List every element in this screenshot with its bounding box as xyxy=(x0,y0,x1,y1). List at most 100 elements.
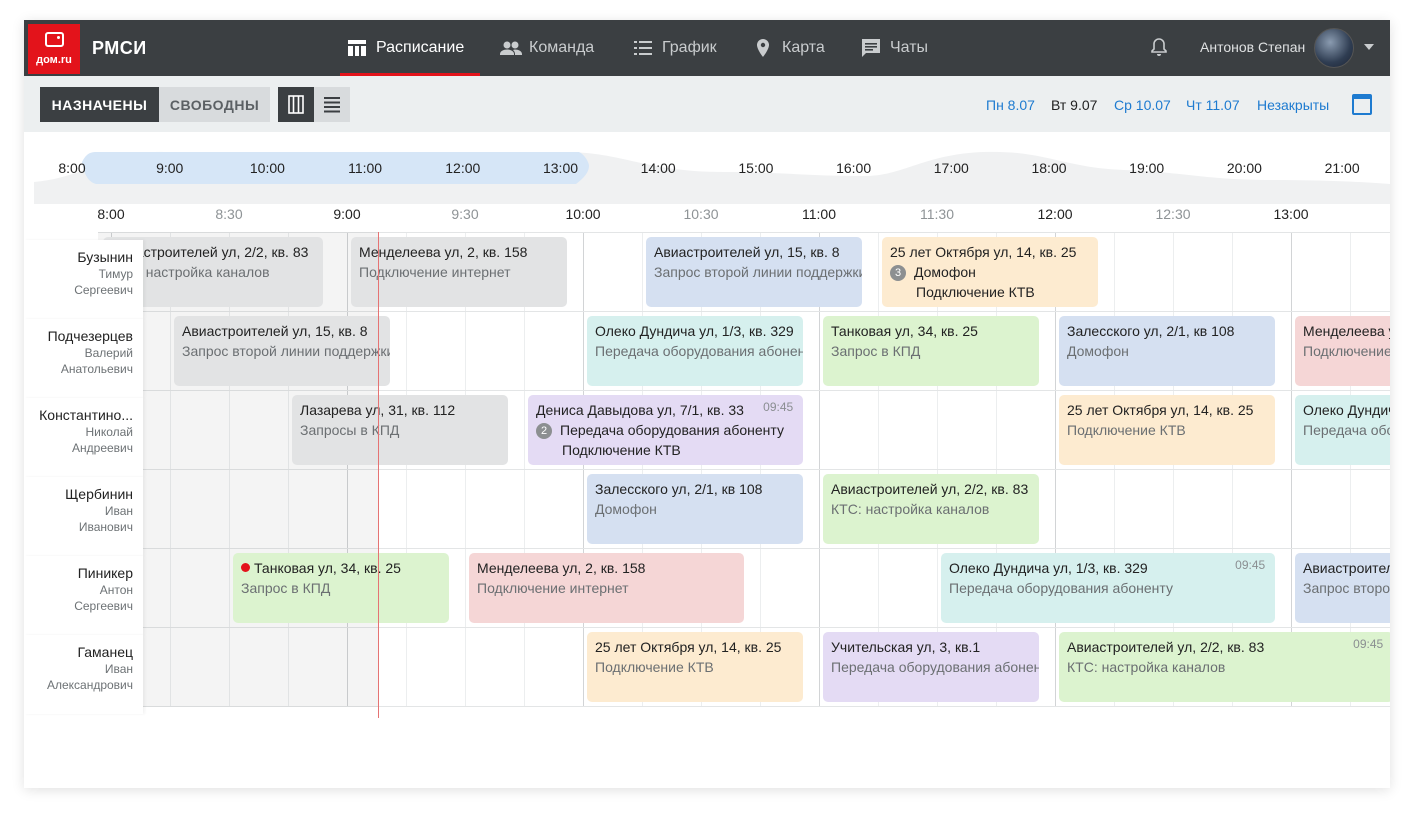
technician-row[interactable]: Подчезерцев Валерий Анатольевич xyxy=(24,319,143,398)
task-time: 09:45 xyxy=(1235,558,1266,572)
nav-map[interactable]: Карта xyxy=(752,20,825,76)
nav-label: Команда xyxy=(529,39,595,56)
view-columns-button[interactable] xyxy=(278,87,314,122)
task-card[interactable]: Олеко Дундича ул, 1/3, кв. 329 Передача о… xyxy=(587,316,804,386)
task-address: Танковая ул, 34, кв. 25 xyxy=(831,323,978,339)
avatar[interactable] xyxy=(1314,28,1354,68)
nav-label: График xyxy=(662,39,717,56)
task-address: Учительская ул, 3, кв.1 xyxy=(831,639,981,655)
app-title: РМСИ xyxy=(92,38,147,58)
technician-middle-name: Сергеевич xyxy=(74,599,133,613)
day-tue[interactable]: Вт 9.07 xyxy=(1051,97,1097,113)
technician-row[interactable]: Щербинин Иван Иванович xyxy=(24,477,143,556)
technician-first-name: Николай xyxy=(85,425,133,439)
chevron-down-icon[interactable] xyxy=(1364,44,1374,50)
task-description: Передача оборудования абоненту xyxy=(831,659,1040,675)
filter-free-button[interactable]: СВОБОДНЫ xyxy=(159,87,270,122)
calendar-icon[interactable] xyxy=(1352,94,1372,115)
task-card[interactable]: Лазарева ул, 31, кв. 112 Запросы в КПД xyxy=(292,395,509,465)
nav-graph[interactable]: График xyxy=(632,20,717,76)
task-count-badge: 3 xyxy=(890,265,906,281)
unclosed-link[interactable]: Незакрыты xyxy=(1257,97,1329,113)
technician-first-name: Иван xyxy=(104,504,133,518)
task-address: Залесского ул, 2/1, кв 108 xyxy=(1067,323,1235,339)
technician-first-name: Иван xyxy=(104,662,133,676)
technician-row[interactable]: Константино... Николай Андреевич xyxy=(24,398,143,477)
task-description: Запросы в КПД xyxy=(300,422,400,438)
overview-hour-label: 21:00 xyxy=(1324,160,1360,176)
technician-row[interactable]: Бузынин Тимур Сергеевич xyxy=(24,240,143,319)
logo[interactable]: дом.ru xyxy=(28,24,80,74)
task-card[interactable]: Менделеева ул, 2, кв. 158 Подключение инт… xyxy=(1295,316,1390,386)
task-card[interactable]: Авиастроителей ул, 15, кв. 8 Запрос второ… xyxy=(174,316,391,386)
overview-density xyxy=(34,151,1390,204)
day-wed[interactable]: Ср 10.07 xyxy=(1114,97,1171,113)
task-description: Запрос второй линии поддержки xyxy=(1303,580,1390,596)
day-mon[interactable]: Пн 8.07 xyxy=(986,97,1035,113)
task-description: Подключение интернет xyxy=(477,580,629,596)
task-description: Установка приставки xyxy=(890,302,1090,307)
task-count-badge: 2 xyxy=(536,423,552,439)
list-icon xyxy=(632,37,654,59)
task-card[interactable]: 25 лет Октября ул, 14, кв. 25 Подключение… xyxy=(587,632,804,702)
half-hour-label: 12:30 xyxy=(1155,206,1191,222)
overview-hour-label: 12:00 xyxy=(445,160,481,176)
task-description: Передача оборудования абоненту xyxy=(595,343,804,359)
overview-hour-label: 20:00 xyxy=(1226,160,1262,176)
task-description: Домофон xyxy=(1067,343,1129,359)
half-hour-label: 10:30 xyxy=(683,206,719,222)
task-description: Подключение КТВ xyxy=(595,659,714,675)
nav-team[interactable]: Команда xyxy=(499,20,594,76)
task-address: Авиастроителей ул, 2/2, кв. 83 xyxy=(1067,639,1265,655)
task-card[interactable]: Авиастроителей ул, 15, кв. 8 Запрос второ… xyxy=(646,237,863,307)
task-card[interactable]: Учительская ул, 3, кв.1 Передача оборудов… xyxy=(823,632,1040,702)
task-card[interactable]: Олеко Дундича ул, 1/3, кв. 329 09:45 Перед… xyxy=(941,553,1276,623)
tv-icon xyxy=(45,32,64,47)
task-card[interactable]: Дениса Давыдова ул, 7/1, кв. 33 09:45 2 Пер… xyxy=(528,395,804,465)
task-address: Авиастроителей ул, 15, кв. 8 xyxy=(1303,560,1390,576)
task-card[interactable]: Менделеева ул, 2, кв. 158 Подключение инт… xyxy=(469,553,745,623)
task-address: Лазарева ул, 31, кв. 112 xyxy=(300,402,456,418)
technician-row[interactable]: Пиникер Антон Сергеевич xyxy=(24,556,143,635)
overview-hour-label: 11:00 xyxy=(348,160,383,176)
task-card[interactable]: Менделеева ул, 2, кв. 158 Подключение инт… xyxy=(351,237,568,307)
people-icon xyxy=(499,37,522,59)
task-card[interactable]: Олеко Дундича ул, 1/3, кв. 329 Передача о… xyxy=(1295,395,1390,465)
task-description: 2 Передача оборудования абоненту xyxy=(536,420,795,440)
overview-hour-label: 17:00 xyxy=(933,160,969,176)
task-description: 3 Домофон xyxy=(890,262,1090,282)
task-card[interactable]: 25 лет Октября ул, 14, кв. 25 Подключение… xyxy=(1059,395,1276,465)
task-card[interactable]: Танковая ул, 34, кв. 25 Запрос в КПД xyxy=(233,553,450,623)
task-description: Передача оборудования абоненту xyxy=(1303,422,1390,438)
bell-icon[interactable] xyxy=(1150,37,1168,57)
task-address: Олеко Дундича ул, 1/3, кв. 329 xyxy=(595,323,794,339)
task-card[interactable]: Танковая ул, 34, кв. 25 Запрос в КПД xyxy=(823,316,1040,386)
app-window: дом.ru РМСИ Расписание Команда График Ка… xyxy=(24,20,1390,788)
technician-row[interactable]: Гаманец Иван Александрович xyxy=(24,635,143,714)
top-bar: дом.ru РМСИ Расписание Команда График Ка… xyxy=(24,20,1390,76)
user-name[interactable]: Антонов Степан xyxy=(1200,39,1305,55)
task-address: Менделеева ул, 2, кв. 158 xyxy=(1303,323,1390,339)
task-card[interactable]: Залесского ул, 2/1, кв 108 Домофон xyxy=(587,474,804,544)
technician-last-name: Щербинин xyxy=(65,486,133,502)
technician-last-name: Константино... xyxy=(39,407,133,423)
task-card[interactable]: Авиастроителей ул, 2/2, кв. 83 09:45 КТС: … xyxy=(1059,632,1390,702)
filter-assigned-button[interactable]: НАЗНАЧЕНЫ xyxy=(40,87,159,122)
technician-middle-name: Анатольевич xyxy=(60,362,133,376)
task-description: Подключение КТВ xyxy=(916,284,1035,300)
view-rows-button[interactable] xyxy=(314,87,350,122)
task-address: Менделеева ул, 2, кв. 158 xyxy=(359,244,528,260)
task-card[interactable]: Залесского ул, 2/1, кв 108 Домофон xyxy=(1059,316,1276,386)
timeline-overview[interactable] xyxy=(24,132,1390,204)
task-address: 25 лет Октября ул, 14, кв. 25 xyxy=(595,639,782,655)
half-hour-label: 9:30 xyxy=(451,206,479,222)
task-card[interactable]: Авиастроителей ул, 15, кв. 8 Запрос второ… xyxy=(1295,553,1390,623)
technician-last-name: Пиникер xyxy=(77,565,133,581)
task-address: 25 лет Октября ул, 14, кв. 25 xyxy=(1067,402,1254,418)
overview-hour-label: 16:00 xyxy=(836,160,872,176)
day-thu[interactable]: Чт 11.07 xyxy=(1186,97,1240,113)
task-card[interactable]: 25 лет Октября ул, 14, кв. 25 3 Домофон Под… xyxy=(882,237,1099,307)
task-card[interactable]: Авиастроителей ул, 2/2, кв. 83 КТС: настр… xyxy=(823,474,1040,544)
nav-schedule[interactable]: Расписание xyxy=(339,20,481,76)
nav-chats[interactable]: Чаты xyxy=(860,20,928,76)
